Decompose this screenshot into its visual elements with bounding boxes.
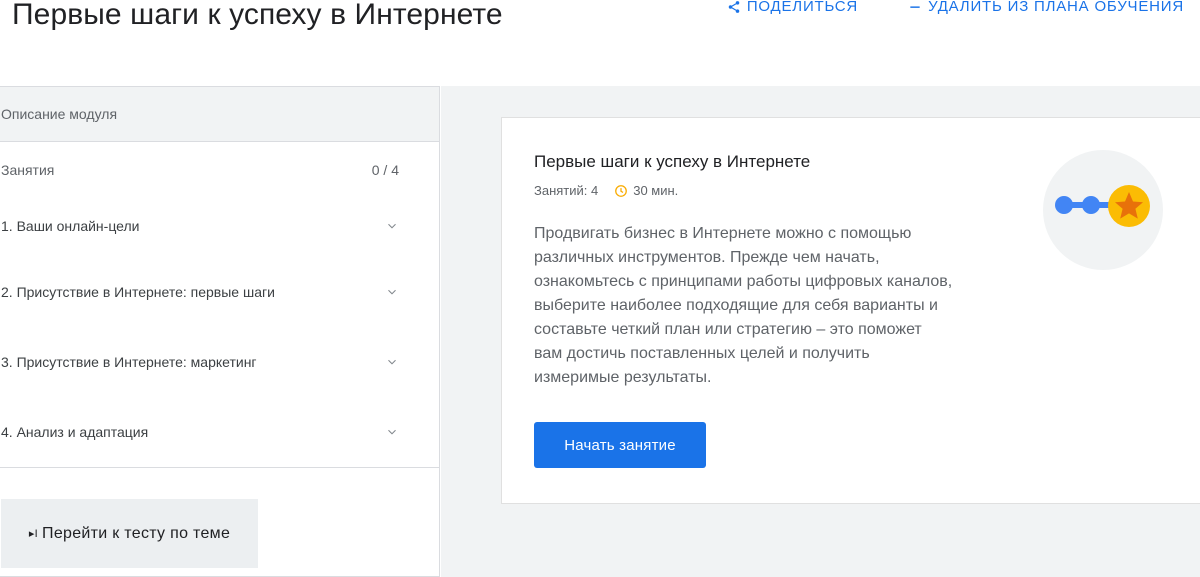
- card-title: Первые шаги к успеху в Интернете: [534, 152, 811, 171]
- lesson-label: 3. Присутствие в Интернете: маркетинг: [1, 354, 257, 370]
- page-title: Первые шаги к успеху в Интернете: [12, 0, 503, 31]
- progress-path-star-icon: [1043, 150, 1163, 270]
- minus-icon: [910, 5, 920, 8]
- lessons-progress: 0 / 4: [371, 162, 399, 178]
- module-sidebar: Описание модуля Занятия 0 / 4 1. Ваши он…: [0, 86, 440, 577]
- share-icon: [728, 0, 740, 13]
- start-lesson-button[interactable]: Начать занятие: [534, 422, 706, 468]
- share-label: ПОДЕЛИТЬСЯ: [746, 0, 859, 15]
- skip-to-end-icon: ▸I: [28, 528, 39, 540]
- remove-from-plan-button[interactable]: УДАЛИТЬ ИЗ ПЛАНА ОБУЧЕНИЯ: [908, 0, 1184, 15]
- card-meta: Занятий: 4 30 мин.: [534, 183, 678, 198]
- lesson-label: 1. Ваши онлайн-цели: [1, 217, 140, 234]
- card-description: Продвигать бизнес в Интернете можно с по…: [534, 225, 953, 386]
- lessons-label: Занятия: [1, 162, 55, 178]
- lesson-label: 4. Анализ и адаптация: [1, 424, 149, 440]
- remove-label: УДАЛИТЬ ИЗ ПЛАНА ОБУЧЕНИЯ: [928, 0, 1184, 15]
- tab-module-description[interactable]: Описание модуля: [0, 87, 439, 142]
- lesson-item[interactable]: 2. Присутствие в Интернете: первые шаги: [0, 257, 439, 327]
- lesson-list: 1. Ваши онлайн-цели 2. Присутствие в Инт…: [0, 194, 439, 467]
- go-to-test-button[interactable]: ▸I Перейти к тесту по теме: [1, 499, 258, 568]
- chevron-down-icon: [388, 429, 396, 435]
- header-actions: ПОДЕЛИТЬСЯ УДАЛИТЬ ИЗ ПЛАНА ОБУЧЕНИЯ: [727, 0, 1184, 15]
- lesson-item[interactable]: 3. Присутствие в Интернете: маркетинг: [0, 327, 439, 397]
- lesson-item[interactable]: 4. Анализ и адаптация: [0, 397, 439, 467]
- go-to-test-label: Перейти к тесту по теме: [42, 524, 231, 542]
- divider: [0, 467, 439, 468]
- chevron-down-icon: [388, 289, 396, 295]
- clock-icon: [615, 184, 628, 197]
- chevron-down-icon: [388, 223, 396, 228]
- share-button[interactable]: ПОДЕЛИТЬСЯ: [727, 0, 858, 15]
- module-card: Первые шаги к успеху в Интернете Занятий…: [501, 117, 1200, 504]
- lesson-item[interactable]: 1. Ваши онлайн-цели: [0, 194, 439, 257]
- main-content: Первые шаги к успеху в Интернете Занятий…: [441, 86, 1200, 577]
- chevron-down-icon: [388, 359, 396, 365]
- lesson-label: 2. Присутствие в Интернете: первые шаги: [1, 284, 275, 300]
- duration: 30 мин.: [633, 183, 679, 198]
- lessons-header: Занятия 0 / 4: [0, 142, 439, 198]
- lessons-count: Занятий: 4: [534, 183, 599, 198]
